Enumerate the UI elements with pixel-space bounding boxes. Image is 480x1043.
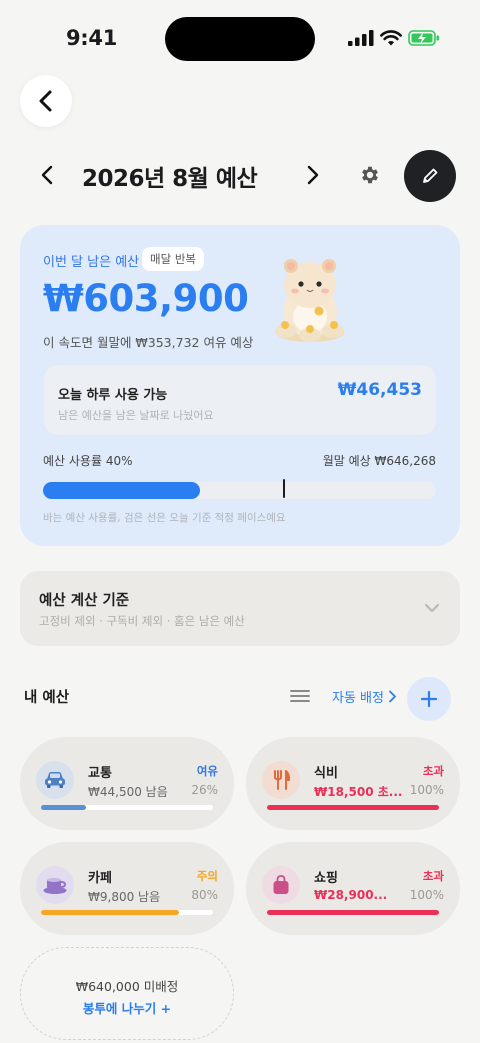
chevron-right-icon xyxy=(389,690,396,703)
budget-percent: 26% xyxy=(191,783,218,797)
add-budget-button[interactable] xyxy=(407,677,451,721)
split-into-envelopes-link[interactable]: 봉투에 나누기 + xyxy=(21,998,233,1017)
page-title: 2026년 8월 예산 xyxy=(82,166,258,192)
usage-rate-label: 예산 사용률 40% xyxy=(43,454,133,468)
budget-name: 카페 xyxy=(88,871,112,886)
settings-button[interactable] xyxy=(357,162,383,188)
car-icon xyxy=(36,761,74,799)
battery-charging-icon xyxy=(408,30,439,46)
daily-allowance-title: 오늘 하루 사용 가능 xyxy=(58,388,168,403)
budget-progress-fill xyxy=(267,910,439,915)
budget-progress-bar xyxy=(41,805,213,810)
budget-card-transport[interactable]: 교통 ₩44,500 남음 여유 26% xyxy=(20,737,234,830)
remaining-budget-amount: ₩603,900 xyxy=(43,277,249,320)
budget-progress-bar xyxy=(267,805,439,810)
status-icons xyxy=(348,30,440,46)
budget-status-badge: 주의 xyxy=(196,869,218,883)
wifi-icon xyxy=(380,30,402,46)
budget-amount: ₩9,800 남음 xyxy=(88,890,161,904)
previous-month-button[interactable] xyxy=(34,162,60,188)
usage-progress-bar xyxy=(43,479,436,499)
repeat-badge: 매달 반복 xyxy=(142,247,204,271)
daily-allowance-subtitle: 남은 예산을 남은 날짜로 나눴어요 xyxy=(58,409,214,422)
coffee-cup-icon xyxy=(36,866,74,904)
unassigned-budget-card[interactable]: ₩640,000 미배정 봉투에 나누기 + xyxy=(20,947,234,1040)
budget-name: 교통 xyxy=(88,766,112,781)
budget-percent: 100% xyxy=(409,783,444,797)
auto-assign-link[interactable]: 자동 배정 xyxy=(332,687,397,706)
budget-amount: ₩44,500 남음 xyxy=(88,785,168,799)
cellular-signal-icon xyxy=(348,30,374,46)
next-month-button[interactable] xyxy=(300,162,326,188)
plus-icon xyxy=(421,691,437,707)
budget-progress-bar xyxy=(267,910,439,915)
progress-bar-note: 바는 예산 사용률, 검은 선은 오늘 기준 적정 페이스예요 xyxy=(43,512,286,524)
pace-marker xyxy=(282,479,286,498)
budget-progress-fill xyxy=(41,910,179,915)
gear-icon xyxy=(362,166,378,184)
menu-lines-icon xyxy=(290,690,310,702)
chevron-down-icon xyxy=(422,598,442,618)
chevron-left-icon xyxy=(41,165,53,185)
budget-summary-card: 이번 달 남은 예산 매달 반복 ₩603,900 이 속도면 월말에 ₩353… xyxy=(20,225,460,546)
shopping-bag-icon xyxy=(262,866,300,904)
daily-allowance-amount: ₩46,453 xyxy=(337,380,422,400)
month-navigation: 2026년 8월 예산 xyxy=(0,150,480,202)
budget-amount: ₩28,900... xyxy=(314,888,388,902)
forecast-text: 이 속도면 월말에 ₩353,732 여유 예상 xyxy=(43,335,254,350)
budget-criteria-dropdown[interactable]: 예산 계산 기준 고정비 제외 · 구독비 제외 · 홈은 남은 예산 xyxy=(20,571,460,646)
chevron-right-icon xyxy=(307,165,319,185)
pencil-icon xyxy=(423,168,438,183)
fork-knife-icon xyxy=(262,761,300,799)
hamster-mascot-icon xyxy=(275,259,344,342)
status-time: 9:41 xyxy=(66,26,118,50)
budget-status-badge: 여유 xyxy=(196,764,218,778)
usage-progress-fill xyxy=(43,482,201,499)
budget-progress-fill xyxy=(41,805,86,810)
month-end-projection: 월말 예상 ₩646,268 xyxy=(322,454,436,468)
budget-progress-fill xyxy=(267,805,439,810)
budget-name: 쇼핑 xyxy=(314,871,338,886)
criteria-title: 예산 계산 기준 xyxy=(39,593,130,609)
my-budget-title: 내 예산 xyxy=(24,690,70,706)
budget-status-badge: 초과 xyxy=(422,764,444,778)
criteria-subtitle: 고정비 제외 · 구독비 제외 · 홈은 남은 예산 xyxy=(39,614,245,628)
back-button[interactable] xyxy=(20,75,72,127)
budget-amount: ₩18,500 초... xyxy=(314,785,403,799)
budget-card-cafe[interactable]: 카페 ₩9,800 남음 주의 80% xyxy=(20,842,234,935)
auto-assign-label: 자동 배정 xyxy=(332,691,384,706)
budget-card-shopping[interactable]: 쇼핑 ₩28,900... 초과 100% xyxy=(246,842,460,935)
budget-percent: 80% xyxy=(191,888,218,902)
unassigned-amount: ₩640,000 미배정 xyxy=(75,979,179,994)
status-bar: 9:41 xyxy=(0,0,480,78)
edit-button[interactable] xyxy=(404,150,456,202)
budget-percent: 100% xyxy=(409,888,444,902)
daily-allowance-box: 오늘 하루 사용 가능 남은 예산을 남은 날짜로 나눴어요 ₩46,453 xyxy=(44,365,436,435)
budget-name: 식비 xyxy=(314,766,338,781)
reorder-menu-button[interactable] xyxy=(289,686,311,706)
budget-progress-bar xyxy=(41,910,213,915)
dynamic-island xyxy=(165,17,315,61)
remaining-budget-label: 이번 달 남은 예산 xyxy=(43,255,140,270)
chevron-left-icon xyxy=(39,90,52,112)
budget-card-food[interactable]: 식비 ₩18,500 초... 초과 100% xyxy=(246,737,460,830)
budget-status-badge: 초과 xyxy=(422,869,444,883)
